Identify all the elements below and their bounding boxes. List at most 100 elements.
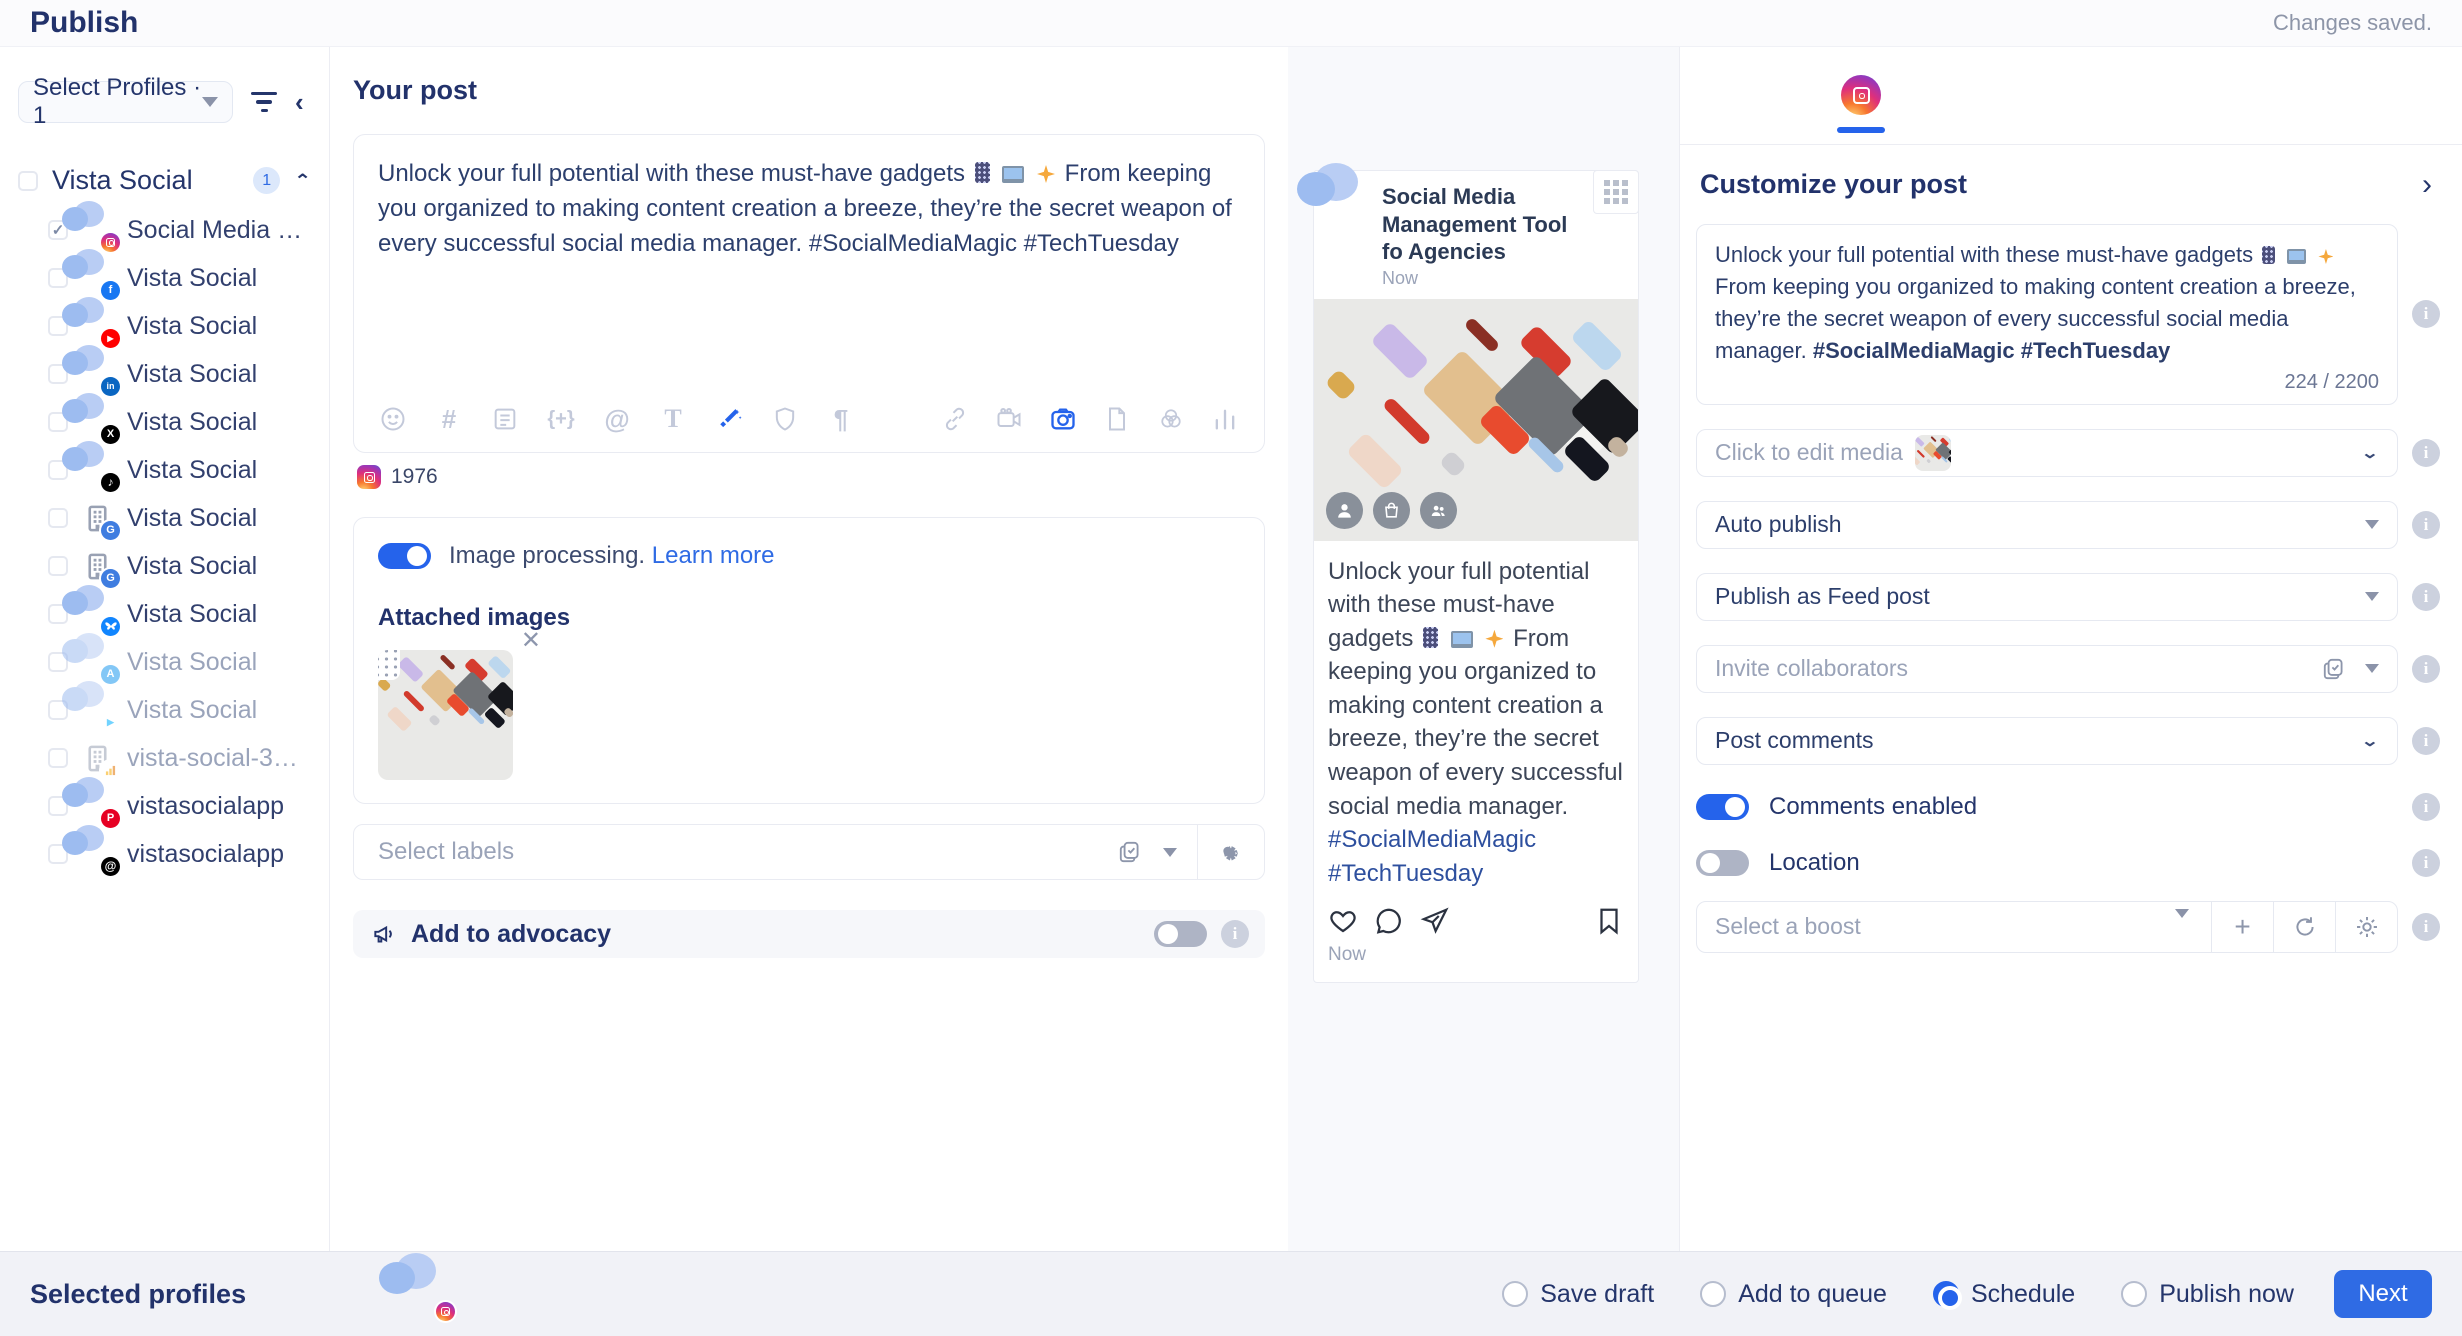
- profile-checkbox[interactable]: [48, 556, 68, 576]
- apply-labels-icon[interactable]: [1117, 839, 1143, 865]
- variables-icon[interactable]: {+}: [546, 404, 576, 434]
- profile-list-item[interactable]: Social Media Managem…: [0, 206, 329, 254]
- profile-list-item[interactable]: ▶ Vista Social: [0, 302, 329, 350]
- select-boost-field[interactable]: Select a boost +: [1696, 901, 2398, 953]
- collaborators-icon[interactable]: [1420, 492, 1457, 529]
- post-text-editor[interactable]: Unlock your full potential with these mu…: [353, 134, 1265, 453]
- profile-list-item[interactable]: G Vista Social: [0, 542, 329, 590]
- profile-list-item[interactable]: G Vista Social: [0, 494, 329, 542]
- comment-icon[interactable]: [1374, 906, 1404, 936]
- shield-icon[interactable]: [770, 404, 800, 434]
- auto-publish-select[interactable]: Auto publish: [1696, 501, 2398, 549]
- profile-list-item[interactable]: vista-social-320412: [0, 734, 329, 782]
- profile-checkbox[interactable]: [48, 748, 68, 768]
- media-thumbnail[interactable]: [1915, 435, 1951, 471]
- preview-timestamp: Now: [1382, 268, 1592, 289]
- like-icon[interactable]: [1328, 906, 1358, 936]
- edit-media-field[interactable]: Click to edit media ⌄︎: [1696, 429, 2398, 477]
- edit-media-info-icon[interactable]: i: [2412, 439, 2440, 467]
- labels-dropdown-caret[interactable]: [1163, 848, 1177, 857]
- profile-name: vista-social-320412: [127, 744, 311, 773]
- profile-list-item[interactable]: f Vista Social: [0, 254, 329, 302]
- ai-assistant-icon[interactable]: [714, 404, 744, 434]
- caption-info-icon[interactable]: i: [2412, 300, 2440, 328]
- analytics-icon[interactable]: [1210, 404, 1240, 434]
- profile-list-item[interactable]: ▶ Vista Social: [0, 686, 329, 734]
- megaphone-icon: [371, 921, 397, 947]
- select-profiles-dropdown[interactable]: Select Profiles · 1: [18, 81, 233, 123]
- drag-handle-icon[interactable]: [378, 650, 400, 680]
- chevron-right-icon[interactable]: ›: [2422, 170, 2432, 200]
- chevron-down-icon[interactable]: ⌄︎: [2361, 443, 2379, 461]
- tab-instagram[interactable]: [1840, 75, 1882, 133]
- profile-list-item[interactable]: in Vista Social: [0, 350, 329, 398]
- share-icon[interactable]: [1420, 906, 1450, 936]
- saved-captions-icon[interactable]: [490, 404, 520, 434]
- invite-collaborators-field[interactable]: Invite collaborators: [1696, 645, 2398, 693]
- hashtag-icon[interactable]: #: [434, 404, 464, 434]
- profile-list-item[interactable]: X Vista Social: [0, 398, 329, 446]
- profile-list-item[interactable]: @ vistasocialapp: [0, 830, 329, 878]
- next-button[interactable]: Next: [2334, 1270, 2432, 1318]
- text-format-icon[interactable]: T: [658, 404, 688, 434]
- media-library-icon[interactable]: [1156, 404, 1186, 434]
- advocacy-info-icon[interactable]: i: [1221, 920, 1249, 948]
- location-info-icon[interactable]: i: [2412, 849, 2440, 877]
- tag-products-icon[interactable]: [1373, 492, 1410, 529]
- comments-enabled-info-icon[interactable]: i: [2412, 793, 2440, 821]
- post-comments-field[interactable]: Post comments ⌄︎: [1696, 717, 2398, 765]
- publish-as-info-icon[interactable]: i: [2412, 583, 2440, 611]
- document-icon[interactable]: [1102, 404, 1132, 434]
- remove-image-icon[interactable]: ✕: [521, 626, 541, 655]
- boost-settings-gear-icon[interactable]: [2335, 902, 2397, 952]
- profile-list-item[interactable]: A Vista Social: [0, 638, 329, 686]
- auto-publish-info-icon[interactable]: i: [2412, 511, 2440, 539]
- profile-list-item[interactable]: ♪ Vista Social: [0, 446, 329, 494]
- profile-list-item[interactable]: P vistasocialapp: [0, 782, 329, 830]
- link-icon[interactable]: [940, 404, 970, 434]
- image-processing-toggle[interactable]: [378, 543, 431, 569]
- profile-name: Vista Social: [127, 504, 257, 533]
- collapse-sidebar-icon[interactable]: ‹: [295, 89, 304, 115]
- boost-info-icon[interactable]: i: [2412, 913, 2440, 941]
- comments-enabled-toggle[interactable]: [1696, 794, 1749, 820]
- advocacy-toggle[interactable]: [1154, 921, 1207, 947]
- bookmark-icon[interactable]: [1594, 906, 1624, 936]
- publish-mode-radio[interactable]: Schedule: [1933, 1280, 2075, 1309]
- filter-icon[interactable]: [251, 92, 277, 113]
- copy-collaborators-icon[interactable]: [2321, 656, 2347, 682]
- paragraph-icon[interactable]: ¶: [826, 404, 856, 434]
- avatar: P: [82, 791, 113, 822]
- group-checkbox[interactable]: [18, 171, 38, 191]
- profiles-sidebar: Select Profiles · 1 ‹ Vista Social 1 ⌃︎ …: [0, 47, 330, 1251]
- caption-editor[interactable]: Unlock your full potential with these mu…: [1696, 224, 2398, 405]
- add-boost-icon[interactable]: +: [2211, 902, 2273, 952]
- attached-image-thumbnail[interactable]: [378, 650, 513, 780]
- preview-account-name: Social Media Management Tool fo Agencies: [1382, 183, 1592, 266]
- emoji-picker-icon[interactable]: [378, 404, 408, 434]
- video-icon[interactable]: [994, 404, 1024, 434]
- chevron-down-icon[interactable]: ⌄︎: [2361, 731, 2379, 749]
- profile-checkbox[interactable]: [48, 508, 68, 528]
- mention-icon[interactable]: @: [602, 404, 632, 434]
- selected-profile-avatar[interactable]: [406, 1273, 448, 1315]
- profile-list-item[interactable]: Vista Social: [0, 590, 329, 638]
- profiles-controls: Select Profiles · 1 ‹: [0, 81, 329, 123]
- publish-mode-radio[interactable]: Publish now: [2121, 1280, 2294, 1309]
- post-comments-info-icon[interactable]: i: [2412, 727, 2440, 755]
- publish-as-select[interactable]: Publish as Feed post: [1696, 573, 2398, 621]
- preview-layout-grid-icon[interactable]: [1593, 170, 1639, 214]
- publish-mode-radio[interactable]: Save draft: [1502, 1280, 1654, 1309]
- location-toggle[interactable]: [1696, 850, 1749, 876]
- profile-group-row[interactable]: Vista Social 1 ⌃︎: [18, 165, 311, 196]
- photo-icon[interactable]: [1048, 404, 1078, 434]
- tag-people-icon[interactable]: [1326, 492, 1363, 529]
- chevron-up-icon[interactable]: ⌃︎: [294, 171, 311, 191]
- boost-caret: [2175, 909, 2189, 935]
- learn-more-link[interactable]: Learn more: [652, 542, 775, 569]
- select-labels-field[interactable]: Select labels: [353, 824, 1265, 880]
- publish-mode-radio[interactable]: Add to queue: [1700, 1280, 1887, 1309]
- invite-collaborators-info-icon[interactable]: i: [2412, 655, 2440, 683]
- labels-settings-gear-icon[interactable]: [1218, 839, 1244, 865]
- refresh-boosts-icon[interactable]: [2273, 902, 2335, 952]
